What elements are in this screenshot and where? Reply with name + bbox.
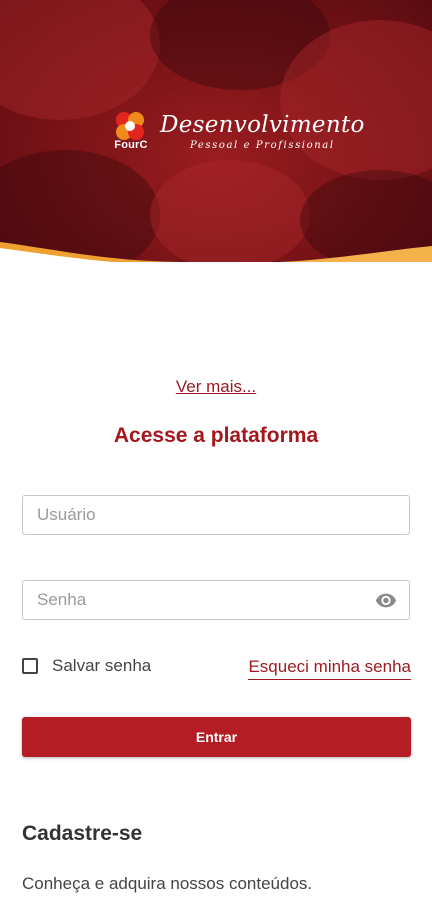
save-password-label[interactable]: Salvar senha [52,656,151,676]
hero-wave-decoration [0,242,432,262]
brand-subtitle: Pessoal e Profissional [190,140,335,151]
forgot-password-link[interactable]: Esqueci minha senha [248,657,411,680]
hero-hands-photo [0,0,160,120]
page-title: Acesse a plataforma [113,424,319,447]
signup-description: Conheça e adquira nossos conteúdos. [22,874,313,893]
brand-title: Desenvolvimento [160,112,365,138]
ver-mais-link[interactable]: Ver mais... [176,377,256,396]
password-input[interactable] [23,581,357,619]
signup-title: Cadastre-se [22,822,143,845]
username-field[interactable] [22,495,410,535]
enter-button[interactable]: Entrar [22,717,411,757]
eye-icon[interactable] [373,589,399,611]
password-field[interactable] [22,580,410,620]
username-input[interactable] [23,496,357,534]
save-password-checkbox[interactable] [22,658,38,674]
ver-mais-container: Ver mais... [0,377,432,397]
logo-wordmark: FourC [114,139,148,151]
hero-banner: FourC Desenvolvimento Pessoal e Profissi… [0,0,432,262]
